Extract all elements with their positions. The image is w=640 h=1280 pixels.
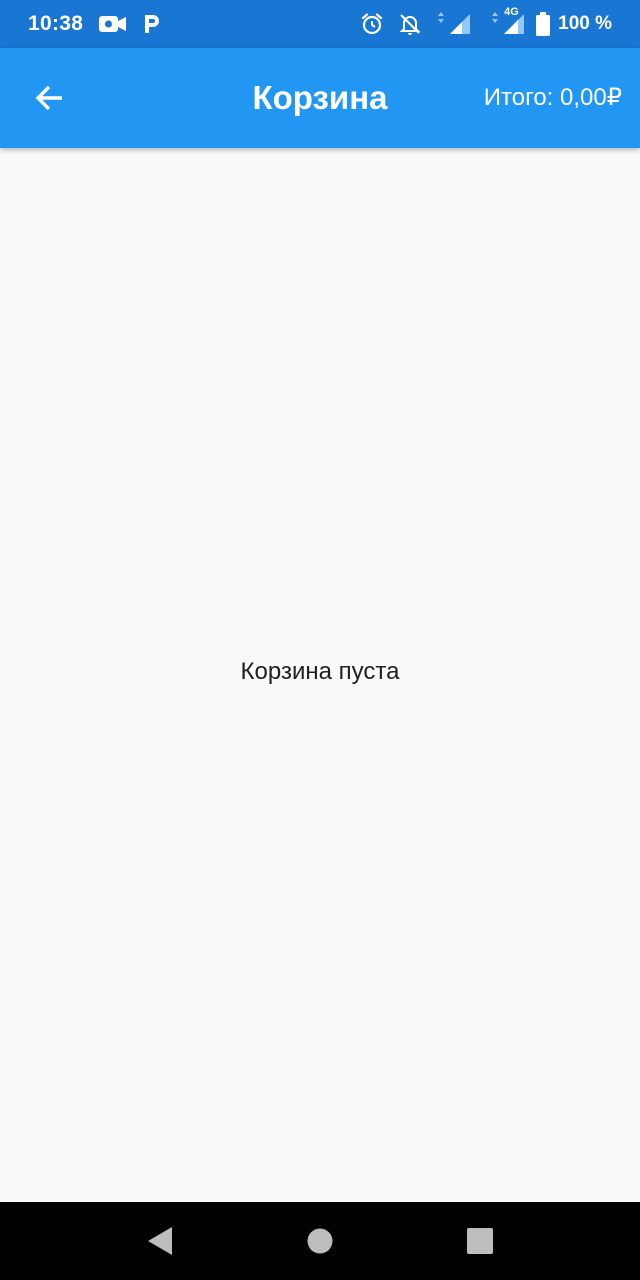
- nav-back-button[interactable]: [80, 1202, 240, 1280]
- nav-home-button[interactable]: [240, 1202, 400, 1280]
- battery-icon: [536, 12, 551, 36]
- system-nav-bar: [0, 1202, 640, 1280]
- recents-square-icon: [467, 1228, 493, 1254]
- status-bar-right: 4G 100 %: [346, 6, 612, 36]
- status-bar-left: 10:38: [28, 12, 161, 36]
- alarm-icon: [360, 12, 384, 36]
- cart-content: Корзина пуста: [0, 148, 640, 1202]
- app-bar: Корзина Итого: 0,00₽: [0, 48, 640, 148]
- battery-percent: 100 %: [558, 13, 612, 34]
- nav-recents-button[interactable]: [400, 1202, 560, 1280]
- status-time: 10:38: [28, 12, 84, 35]
- signal-2-4g-icon: 4G: [490, 6, 530, 36]
- video-camera-icon: [99, 14, 127, 34]
- empty-cart-message: Корзина пуста: [240, 658, 400, 685]
- cart-total: Итого: 0,00₽: [483, 84, 622, 111]
- notifications-off-icon: [398, 12, 422, 36]
- back-button[interactable]: [22, 74, 78, 122]
- back-triangle-icon: [148, 1227, 172, 1255]
- cart-screen: 10:38 4G 100 % Корзина Итого: 0,00₽ Корз…: [0, 0, 640, 1280]
- network-type-label: 4G: [504, 6, 519, 18]
- arrow-back-icon: [35, 85, 62, 111]
- signal-1-icon: [436, 12, 476, 36]
- status-bar: 10:38 4G 100 %: [0, 0, 640, 48]
- p-notification-icon: [143, 13, 161, 35]
- home-circle-icon: [307, 1228, 333, 1254]
